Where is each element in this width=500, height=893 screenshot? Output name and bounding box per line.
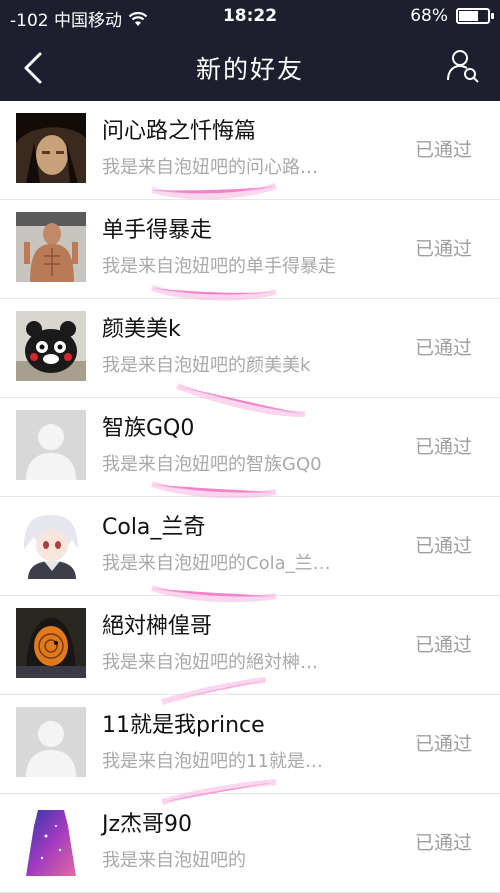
approved-status: 已通过 [414,238,472,260]
default-avatar[interactable] [16,707,86,777]
friend-name: 单手得暴走 [102,218,213,243]
battery-fill [459,11,478,21]
app-header: -102 中国移动 18:22 68% 新的好友 [0,0,500,101]
friend-message: 我是来自泡妞吧的絕対榊… [102,652,318,673]
friend-row[interactable]: 颜美美k 我是来自泡妞吧的颜美美k 已通过 [0,299,500,398]
friend-name: 智族GQ0 [102,416,195,441]
add-contact-icon[interactable] [446,48,480,84]
friend-name: 11就是我prince [102,713,265,738]
nav-bar: 新的好友 [0,34,500,101]
friend-name: Jz杰哥90 [102,812,193,837]
friend-row[interactable]: 11就是我prince 我是来自泡妞吧的11就是… 已通过 [0,695,500,794]
battery-percent: 68% [410,6,448,26]
friend-name: 颜美美k [102,317,181,342]
friend-row[interactable]: Jz杰哥90 我是来自泡妞吧的 已通过 [0,794,500,893]
page-title: 新的好友 [195,55,304,84]
friend-row[interactable]: 絕対榊偟哥 我是来自泡妞吧的絕対榊… 已通过 [0,596,500,695]
friend-message: 我是来自泡妞吧的11就是… [102,751,323,772]
kumamon-avatar[interactable] [16,311,86,381]
orange-mask-avatar[interactable] [16,608,86,678]
approved-status: 已通过 [414,139,472,161]
approved-status: 已通过 [414,832,472,854]
friend-name: 絕対榊偟哥 [102,614,213,639]
friend-name: 问心路之忏悔篇 [102,119,257,144]
friend-message: 我是来自泡妞吧的智族GQ0 [102,454,322,475]
approved-status: 已通过 [414,337,472,359]
friend-message: 我是来自泡妞吧的Cola_兰… [102,553,331,574]
friend-row[interactable]: 单手得暴走 我是来自泡妞吧的单手得暴走 已通过 [0,200,500,299]
approved-status: 已通过 [414,634,472,656]
friend-message: 我是来自泡妞吧的颜美美k [102,355,311,376]
friend-message: 我是来自泡妞吧的 [102,850,246,871]
friend-message: 我是来自泡妞吧的问心路… [102,157,318,178]
approved-status: 已通过 [414,436,472,458]
default-avatar[interactable] [16,410,86,480]
friend-row[interactable]: 智族GQ0 我是来自泡妞吧的智族GQ0 已通过 [0,398,500,497]
warrior-avatar[interactable] [16,113,86,183]
approved-status: 已通过 [414,535,472,557]
approved-status: 已通过 [414,733,472,755]
friend-message: 我是来自泡妞吧的单手得暴走 [102,256,336,277]
anime-white-hair-avatar[interactable] [16,509,86,579]
muscle-man-avatar[interactable] [16,212,86,282]
friend-name: Cola_兰奇 [102,515,206,540]
battery-info: 68% [410,6,494,26]
galaxy-dress-avatar[interactable] [16,806,86,876]
friend-row[interactable]: Cola_兰奇 我是来自泡妞吧的Cola_兰… 已通过 [0,497,500,596]
friend-row[interactable]: 问心路之忏悔篇 我是来自泡妞吧的问心路… 已通过 [0,101,500,200]
battery-icon [456,8,494,24]
status-bar: -102 中国移动 18:22 68% [0,0,500,34]
friend-list: 问心路之忏悔篇 我是来自泡妞吧的问心路… 已通过 单手得暴走 我是来自泡妞吧的单… [0,101,500,893]
